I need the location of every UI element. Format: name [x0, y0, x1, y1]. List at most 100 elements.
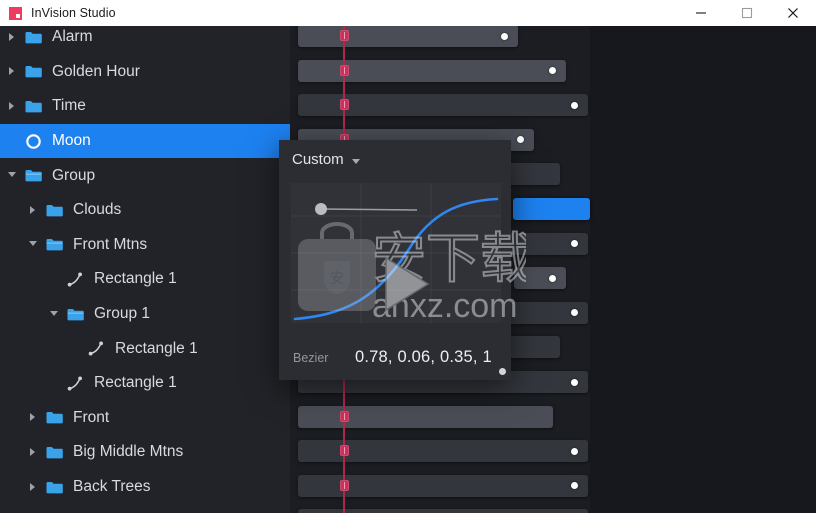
layer-name: Time: [52, 97, 86, 115]
chevron-down-icon: [351, 158, 360, 164]
easing-preset-dropdown[interactable]: Custom: [279, 140, 511, 178]
layers-sidebar[interactable]: Alarm Golden Hour Time Moon Group Clouds Front…: [0, 26, 290, 513]
bezier-label: Bezier: [293, 350, 329, 365]
timeline-bar[interactable]: [298, 26, 518, 47]
layer-row[interactable]: Group 1: [0, 297, 290, 332]
expand-twisty-icon[interactable]: [8, 32, 17, 42]
expand-twisty-icon[interactable]: [29, 482, 38, 492]
folder-open-icon: [45, 237, 64, 253]
layer-row[interactable]: Clouds: [0, 193, 290, 228]
maximize-button[interactable]: [724, 0, 770, 26]
window-title: InVision Studio: [31, 6, 116, 20]
bezier-shape-icon: [66, 271, 85, 287]
folder-icon: [45, 444, 64, 460]
folder-open-icon: [66, 306, 85, 322]
keyframe-dot[interactable]: [549, 274, 556, 282]
timeline-track[interactable]: [290, 401, 590, 436]
invision-studio-window: Alarm Golden Hour Time Moon Group Clouds Front…: [0, 0, 816, 513]
layer-row[interactable]: Front: [0, 401, 290, 436]
folder-icon: [24, 64, 43, 80]
layer-row[interactable]: Alarm: [0, 26, 290, 55]
layer-row[interactable]: Front Mtns: [0, 228, 290, 263]
layer-name: Golden Hour: [52, 62, 140, 80]
bezier-handle-line: [320, 208, 418, 211]
timeline-bar[interactable]: [298, 59, 566, 82]
playhead-keyframe-marker[interactable]: [339, 64, 349, 76]
collapse-twisty-icon[interactable]: [50, 310, 59, 319]
timeline-track[interactable]: [290, 89, 590, 124]
bezier-curve-editor[interactable]: [291, 183, 501, 323]
easing-popover[interactable]: Custom Bezier 0.78, 0.06, 0.35, 1: [279, 140, 511, 380]
folder-icon: [24, 29, 43, 45]
expand-twisty-icon[interactable]: [8, 101, 17, 111]
keyframe-dot[interactable]: [571, 378, 578, 386]
timeline-track[interactable]: [290, 504, 590, 513]
expand-twisty-icon[interactable]: [29, 205, 38, 215]
layer-name: Back Trees: [73, 478, 151, 496]
timeline-bar[interactable]: [298, 509, 588, 513]
bezier-value[interactable]: 0.78, 0.06, 0.35, 1: [355, 348, 492, 367]
window-controls[interactable]: [678, 0, 816, 26]
layer-row[interactable]: Big Middle Mtns: [0, 435, 290, 470]
playhead-keyframe-marker[interactable]: [339, 30, 349, 41]
layer-list[interactable]: Alarm Golden Hour Time Moon Group Clouds Front…: [0, 26, 290, 504]
timeline-bar[interactable]: [514, 267, 566, 290]
timeline-bar[interactable]: [298, 405, 553, 428]
keyframe-dot[interactable]: [501, 32, 508, 40]
layer-row[interactable]: Golden Hour: [0, 55, 290, 90]
playhead-keyframe-marker[interactable]: [339, 445, 349, 457]
minimize-button[interactable]: [678, 0, 724, 26]
layer-row[interactable]: Rectangle 1: [0, 366, 290, 401]
folder-icon: [45, 410, 64, 426]
timeline-bar-selected[interactable]: [513, 198, 590, 220]
layer-row[interactable]: Rectangle 1: [0, 262, 290, 297]
keyframe-dot[interactable]: [571, 447, 578, 455]
expand-twisty-icon[interactable]: [29, 413, 38, 422]
folder-icon: [45, 202, 64, 218]
layer-name: Rectangle 1: [94, 374, 177, 392]
playhead-keyframe-marker[interactable]: [339, 410, 349, 422]
timeline-track[interactable]: [290, 470, 590, 505]
layer-row[interactable]: Rectangle 1: [0, 331, 290, 366]
window-titlebar[interactable]: InVision Studio: [0, 0, 816, 26]
layer-name: Group: [52, 166, 96, 184]
folder-open-icon: [24, 168, 43, 184]
close-button[interactable]: [770, 0, 816, 26]
folder-icon: [24, 98, 43, 114]
bezier-handle-point: [315, 203, 327, 215]
timeline-track[interactable]: [290, 435, 590, 470]
resize-handle-icon[interactable]: [499, 368, 506, 375]
layer-name: Big Middle Mtns: [73, 443, 184, 461]
expand-twisty-icon[interactable]: [29, 447, 38, 457]
bezier-shape-icon: [66, 375, 85, 391]
circle-shape-icon: [24, 133, 43, 149]
easing-preset-label: Custom: [292, 150, 344, 168]
layer-name: Group 1: [94, 305, 151, 323]
bezier-shape-icon: [87, 341, 106, 357]
layer-name: Front: [73, 408, 110, 426]
timeline-track[interactable]: [290, 55, 590, 90]
layer-name: Rectangle 1: [94, 270, 177, 288]
layer-row[interactable]: Back Trees: [0, 470, 290, 505]
timeline-track[interactable]: [290, 26, 590, 55]
layer-row[interactable]: Group: [0, 158, 290, 193]
playhead-keyframe-marker[interactable]: [339, 479, 349, 491]
layer-name: Rectangle 1: [115, 339, 198, 357]
layer-name: Front Mtns: [73, 235, 148, 253]
collapse-twisty-icon[interactable]: [8, 171, 17, 180]
layer-name: Alarm: [52, 28, 93, 46]
bezier-value-row[interactable]: Bezier 0.78, 0.06, 0.35, 1: [279, 335, 511, 380]
invision-logo-icon: [9, 6, 22, 20]
keyframe-dot[interactable]: [571, 101, 578, 109]
layer-name: Clouds: [73, 201, 122, 219]
expand-twisty-icon[interactable]: [8, 67, 17, 76]
collapse-twisty-icon[interactable]: [29, 240, 38, 249]
playhead-keyframe-marker[interactable]: [339, 99, 349, 111]
layer-name: Moon: [52, 132, 91, 150]
layer-row[interactable]: Time: [0, 89, 290, 124]
layer-row[interactable]: Moon: [0, 123, 290, 159]
